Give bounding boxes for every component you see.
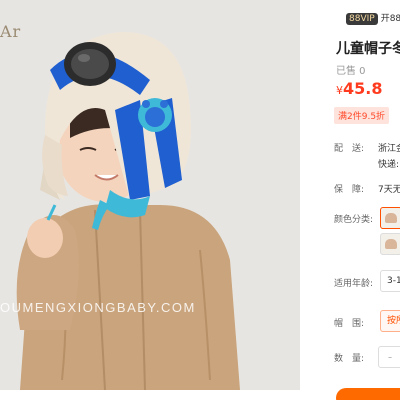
guarantee-value[interactable]: 7天无 xyxy=(378,182,400,195)
price-value: 45.8 xyxy=(343,79,383,98)
shipping-origin[interactable]: 浙江金 xyxy=(378,141,400,154)
age-label: 适用年龄: xyxy=(334,279,374,289)
hat-size-option[interactable]: 按所 xyxy=(380,310,400,332)
product-main-image[interactable]: Ar OUMENGXIONGBABY.COM xyxy=(0,0,300,390)
quantity-label: 数 量: xyxy=(334,354,365,364)
age-option[interactable]: 3-1 xyxy=(380,270,400,292)
color-swatch[interactable] xyxy=(380,207,400,229)
price-currency: ¥ xyxy=(336,84,343,97)
vip-text: 开88V xyxy=(380,14,400,24)
color-swatch[interactable] xyxy=(380,233,400,255)
quantity-minus-button[interactable]: - xyxy=(378,346,400,368)
vip-banner[interactable]: 88VIP开88V xyxy=(346,11,400,25)
watermark-text: OUMENGXIONGBABY.COM xyxy=(0,300,196,315)
guarantee-label: 保 障: xyxy=(334,185,365,195)
color-label: 颜色分类: xyxy=(334,215,374,225)
sold-count: 已售 0 xyxy=(336,66,366,77)
shipping-speed: 快递: xyxy=(378,160,400,170)
product-info-panel: 88VIP开88V 儿童帽子冬 已售 0 ¥45.8 满2件9.5折 配 送: … xyxy=(322,0,400,400)
vip-badge: 88VIP xyxy=(346,13,378,25)
shipping-label: 配 送: xyxy=(334,144,365,154)
product-photo-illustration xyxy=(0,0,300,390)
buy-button[interactable] xyxy=(336,388,400,400)
price: ¥45.8 xyxy=(336,79,382,98)
product-title: 儿童帽子冬 xyxy=(336,41,400,57)
brand-mark: Ar xyxy=(0,22,22,41)
hat-size-label: 帽 围: xyxy=(334,319,365,329)
promo-badge[interactable]: 满2件9.5折 xyxy=(334,107,390,124)
